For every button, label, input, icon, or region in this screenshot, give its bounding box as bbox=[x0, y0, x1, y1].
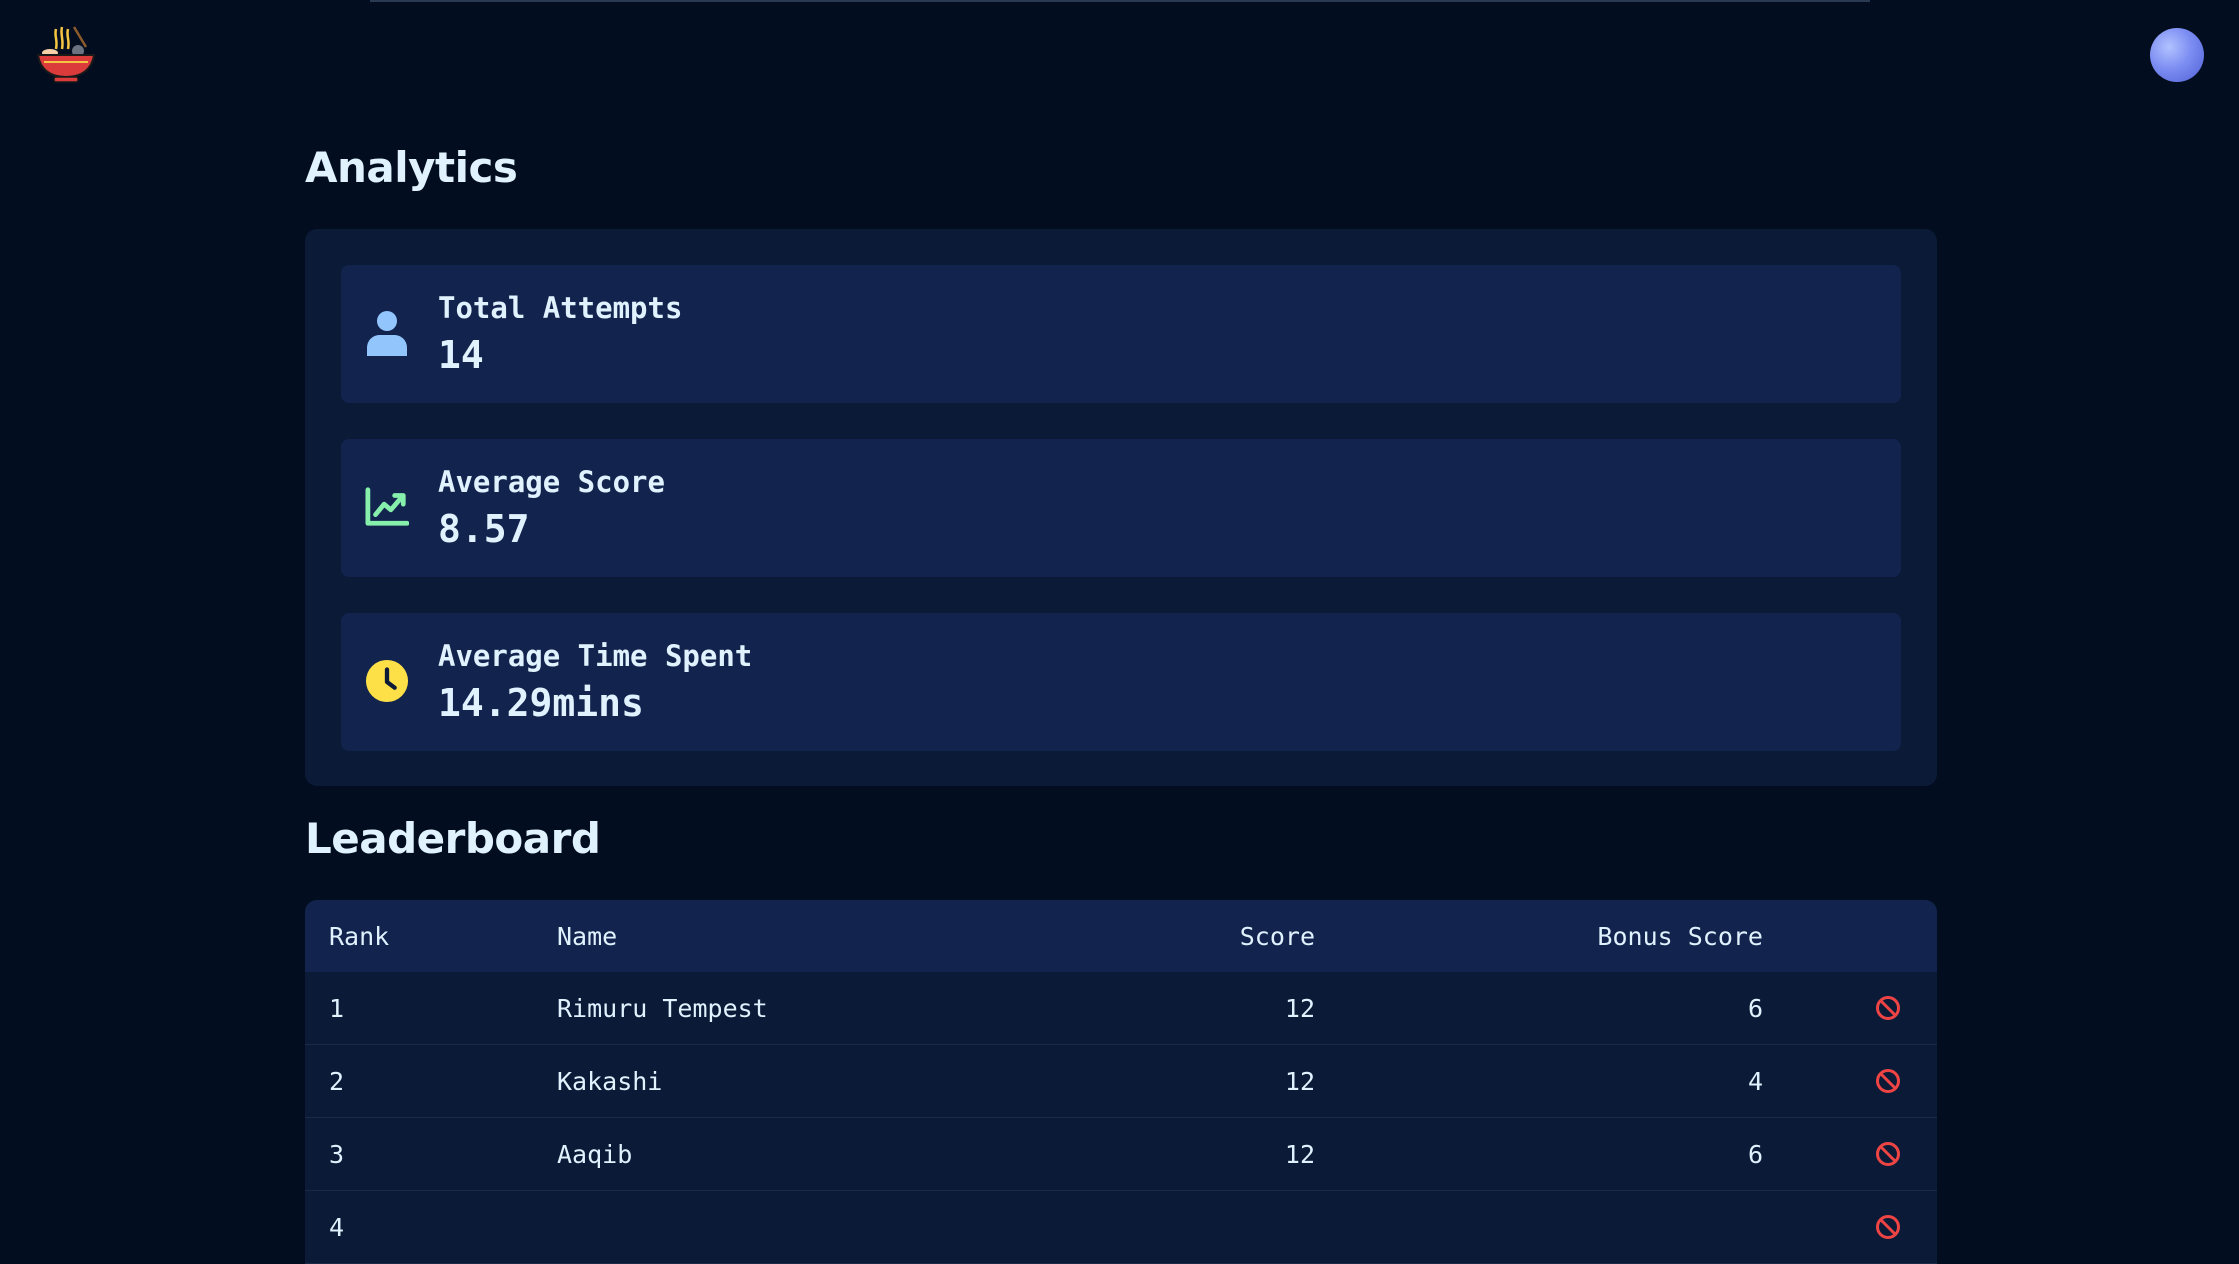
stat-label: Total Attempts bbox=[438, 291, 683, 325]
column-header-name[interactable]: Name bbox=[557, 900, 617, 972]
score-cell: 12 bbox=[1284, 1139, 1315, 1169]
leaderboard-title: Leaderboard bbox=[305, 814, 601, 863]
analytics-panel: Total Attempts 14 Average Score 8.57 Ave… bbox=[305, 229, 1937, 786]
table-row: 3 Aaqib 12 6 bbox=[305, 1118, 1937, 1191]
table-header: Rank Name Score Bonus Score bbox=[305, 900, 1937, 972]
rank-cell: 4 bbox=[329, 1212, 345, 1242]
ban-icon[interactable] bbox=[1863, 1191, 1913, 1263]
stat-value: 14 bbox=[438, 333, 484, 377]
user-icon bbox=[365, 309, 409, 357]
stat-value: 8.57 bbox=[438, 507, 530, 551]
score-cell: 12 bbox=[1284, 993, 1315, 1023]
score-cell: 12 bbox=[1284, 1066, 1315, 1096]
table-row: 1 Rimuru Tempest 12 6 bbox=[305, 972, 1937, 1045]
name-cell: Kakashi bbox=[557, 1066, 663, 1096]
rank-cell: 2 bbox=[329, 1066, 345, 1096]
analytics-title: Analytics bbox=[305, 143, 518, 192]
bonus-score-cell: 4 bbox=[1747, 1066, 1763, 1096]
table-row: 2 Kakashi 12 4 bbox=[305, 1045, 1937, 1118]
bonus-score-cell: 6 bbox=[1747, 1139, 1763, 1169]
column-header-score[interactable]: Score bbox=[1240, 900, 1315, 972]
table-row: 4 bbox=[305, 1191, 1937, 1264]
stat-label: Average Time Spent bbox=[438, 639, 753, 673]
stat-card-total-attempts: Total Attempts 14 bbox=[341, 265, 1901, 403]
ban-icon[interactable] bbox=[1863, 1118, 1913, 1190]
stat-card-average-score: Average Score 8.57 bbox=[341, 439, 1901, 577]
top-divider bbox=[370, 0, 1870, 2]
stat-label: Average Score bbox=[438, 465, 665, 499]
name-cell: Aaqib bbox=[557, 1139, 633, 1169]
column-header-bonus-score[interactable]: Bonus Score bbox=[1597, 900, 1763, 972]
leaderboard-table: Rank Name Score Bonus Score 1 Rimuru Tem… bbox=[305, 900, 1937, 1264]
stat-value: 14.29mins bbox=[438, 681, 644, 725]
column-header-rank[interactable]: Rank bbox=[329, 900, 389, 972]
trending-up-chart-icon bbox=[365, 483, 409, 531]
clock-icon bbox=[365, 657, 409, 705]
name-cell: Rimuru Tempest bbox=[557, 993, 768, 1023]
ban-icon[interactable] bbox=[1863, 972, 1913, 1044]
ramen-bowl-icon[interactable] bbox=[34, 25, 98, 85]
bonus-score-cell: 6 bbox=[1747, 993, 1763, 1023]
rank-cell: 1 bbox=[329, 993, 345, 1023]
stat-card-average-time: Average Time Spent 14.29mins bbox=[341, 613, 1901, 751]
user-avatar-icon[interactable] bbox=[2150, 28, 2204, 82]
rank-cell: 3 bbox=[329, 1139, 345, 1169]
ban-icon[interactable] bbox=[1863, 1045, 1913, 1117]
